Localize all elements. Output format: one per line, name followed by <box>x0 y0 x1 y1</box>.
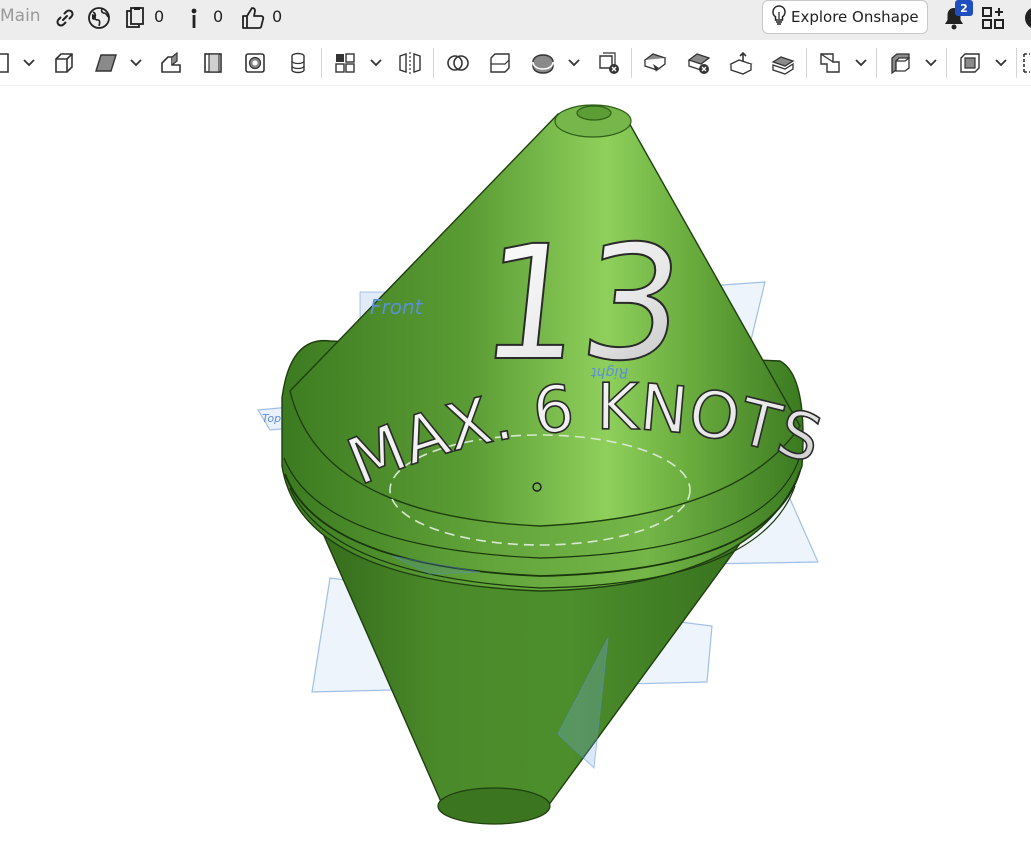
replace-face-icon[interactable] <box>768 49 798 77</box>
split-icon[interactable] <box>485 49 515 77</box>
mirror-icon[interactable] <box>395 49 425 77</box>
sketch-tool-icon[interactable] <box>0 49 14 77</box>
chevron-down-icon[interactable] <box>854 53 868 73</box>
buoy-number: 13 <box>472 212 692 395</box>
toolbar-separator <box>433 48 434 78</box>
transform-icon[interactable] <box>528 49 558 77</box>
delete-part-icon[interactable] <box>594 49 624 77</box>
versions-count: 0 <box>213 7 224 26</box>
toolbar-separator <box>876 48 877 78</box>
chevron-down-icon[interactable] <box>994 53 1008 73</box>
cylinder-icon[interactable] <box>283 49 313 77</box>
feature-toolbar <box>0 40 1031 86</box>
explore-label: Explore Onshape <box>791 8 919 26</box>
lightbulb-icon <box>771 4 787 30</box>
thumbs-up-icon[interactable] <box>238 3 268 33</box>
toolbar-separator <box>321 48 322 78</box>
globe-icon[interactable] <box>84 3 114 33</box>
chevron-down-icon[interactable] <box>567 53 581 73</box>
chevron-down-icon[interactable] <box>129 53 143 73</box>
onshape-app: Main 0 0 0 Explore Onshape 2 13 MAX. 6 K… <box>0 0 1031 860</box>
move-face-icon[interactable] <box>726 49 756 77</box>
buoy-model-canvas[interactable]: 13 MAX. 6 KNOTS Front Right Top <box>0 86 1031 860</box>
account-icon[interactable] <box>1017 3 1031 33</box>
front-plane-label: Front <box>370 295 424 319</box>
clipboard-icon[interactable] <box>120 3 150 33</box>
likes-count: 0 <box>272 7 283 26</box>
notification-badge: 2 <box>955 0 973 16</box>
modify-face-icon[interactable] <box>640 49 670 77</box>
chevron-down-icon[interactable] <box>369 53 383 73</box>
boolean-icon[interactable] <box>443 49 473 77</box>
toolbar-separator <box>631 48 632 78</box>
plane-icon[interactable] <box>815 49 845 77</box>
branch-label[interactable]: Main <box>0 6 41 26</box>
chevron-down-icon[interactable] <box>924 53 938 73</box>
link-icon[interactable] <box>50 3 80 33</box>
sweep-icon[interactable] <box>156 49 186 77</box>
copies-count: 0 <box>154 7 165 26</box>
delete-face-icon[interactable] <box>684 49 714 77</box>
buoy-top-hole <box>576 105 612 121</box>
explore-onshape-button[interactable]: Explore Onshape <box>762 0 928 34</box>
graphics-viewport[interactable]: 13 MAX. 6 KNOTS Front Right Top <box>0 86 1031 860</box>
info-icon[interactable] <box>179 3 209 33</box>
right-plane-label: Right <box>591 364 628 380</box>
toolbar-separator <box>946 48 947 78</box>
document-header: Main 0 0 0 Explore Onshape 2 <box>0 0 1031 40</box>
revolve-icon[interactable] <box>91 49 121 77</box>
sheet-metal-icon[interactable] <box>885 49 915 77</box>
shell-icon[interactable] <box>240 49 270 77</box>
top-plane-label: Top <box>262 412 281 425</box>
pattern-icon[interactable] <box>330 49 360 77</box>
overflow-tool-icon[interactable] <box>1020 49 1031 77</box>
add-apps-icon[interactable] <box>978 3 1008 33</box>
toolbar-separator <box>1016 48 1017 78</box>
chevron-down-icon[interactable] <box>22 53 36 73</box>
extrude-icon[interactable] <box>49 49 79 77</box>
frame-icon[interactable] <box>955 49 985 77</box>
toolbar-separator <box>806 48 807 78</box>
buoy-bottom-tip <box>437 787 551 825</box>
loft-icon[interactable] <box>198 49 228 77</box>
